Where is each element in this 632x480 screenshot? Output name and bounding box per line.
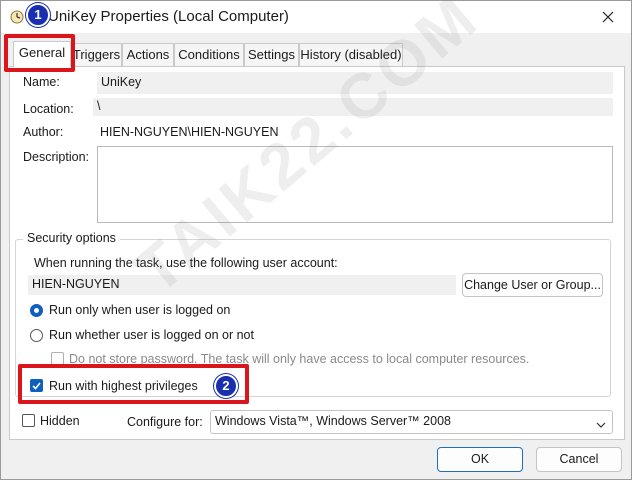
author-label: Author: <box>23 125 64 139</box>
hidden-label[interactable]: Hidden <box>40 414 80 428</box>
security-options-title: Security options <box>23 231 120 245</box>
run-logged-on-radio[interactable] <box>30 304 43 317</box>
check-icon <box>31 380 42 391</box>
description-textarea[interactable] <box>97 146 613 223</box>
run-whether-label[interactable]: Run whether user is logged on or not <box>49 328 254 342</box>
author-value: HIEN-NGUYEN\HIEN-NGUYEN <box>100 125 279 139</box>
window-title: UniKey Properties (Local Computer) <box>48 8 289 25</box>
tab-actions[interactable]: Actions <box>122 43 174 66</box>
task-clock-icon <box>10 10 24 24</box>
ok-button[interactable]: OK <box>437 447 523 472</box>
no-store-password-checkbox[interactable] <box>51 352 64 365</box>
run-whether-radio[interactable] <box>30 329 43 342</box>
configure-for-label: Configure for: <box>127 415 203 429</box>
configure-for-value: Windows Vista™, Windows Server™ 2008 <box>215 414 451 428</box>
account-prompt: When running the task, use the following… <box>34 256 338 270</box>
highest-privileges-label[interactable]: Run with highest privileges <box>49 379 198 393</box>
hidden-checkbox[interactable] <box>22 414 35 427</box>
step-marker-1: 1 <box>26 3 50 27</box>
no-store-password-label: Do not store password. The task will onl… <box>69 352 530 366</box>
description-label: Description: <box>23 150 89 164</box>
highest-privileges-checkbox[interactable] <box>30 379 43 392</box>
properties-window: UniKey Properties (Local Computer) Gener… <box>0 0 632 480</box>
location-field[interactable]: \ <box>93 98 613 116</box>
tab-strip: General Triggers Actions Conditions Sett… <box>9 41 625 67</box>
step-marker-2: 2 <box>214 374 238 398</box>
tab-general[interactable]: General <box>13 41 71 67</box>
name-label: Name: <box>23 75 60 89</box>
chevron-down-icon <box>596 416 606 428</box>
configure-for-select[interactable]: Windows Vista™, Windows Server™ 2008 <box>210 410 613 434</box>
cancel-button[interactable]: Cancel <box>536 447 622 472</box>
name-field[interactable]: UniKey <box>97 72 613 94</box>
location-label: Location: <box>23 102 74 116</box>
tab-history[interactable]: History (disabled) <box>299 43 403 66</box>
title-bar[interactable]: UniKey Properties (Local Computer) <box>1 1 631 33</box>
change-user-button[interactable]: Change User or Group... <box>462 273 603 297</box>
tab-settings[interactable]: Settings <box>244 43 299 66</box>
tab-conditions[interactable]: Conditions <box>174 43 244 66</box>
account-field: HIEN-NGUYEN <box>28 275 456 295</box>
tab-triggers[interactable]: Triggers <box>71 43 122 66</box>
close-icon[interactable] <box>599 8 617 26</box>
run-logged-on-label[interactable]: Run only when user is logged on <box>49 303 230 317</box>
